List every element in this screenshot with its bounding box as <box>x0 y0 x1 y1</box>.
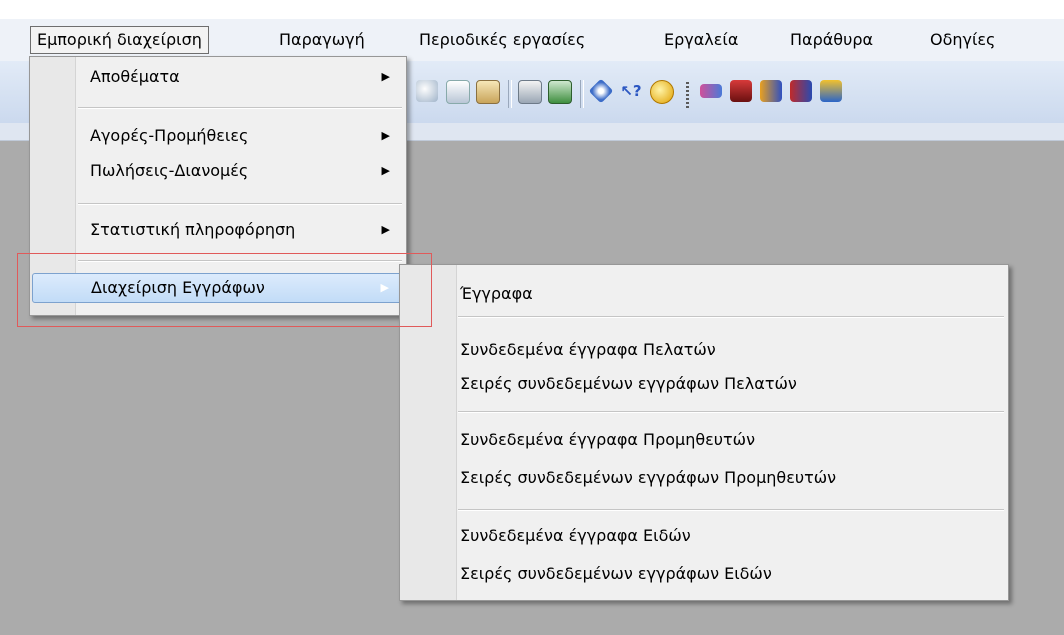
menu-separator <box>458 411 1004 413</box>
suppliers-icon[interactable] <box>730 80 752 102</box>
menu-item-label: Σειρές συνδεδεμένων εγγράφων Ειδών <box>460 564 772 583</box>
menu-help[interactable]: Οδηγίες <box>924 27 1001 53</box>
menu-separator <box>458 316 1004 318</box>
menu-item-label: Συνδεδεμένα έγγραφα Πελατών <box>460 340 716 359</box>
menu-tools[interactable]: Εργαλεία <box>658 27 744 53</box>
menu-production[interactable]: Παραγωγή <box>273 27 371 53</box>
group-icon[interactable] <box>790 80 812 102</box>
menu-item-statistics[interactable]: Στατιστική πληροφόρηση ▶ <box>32 215 404 245</box>
menu-periodic-tasks[interactable]: Περιοδικές εργασίες <box>413 27 591 53</box>
menu-item-label: Πωλήσεις-Διανομές <box>90 161 249 180</box>
toolbar-separator <box>508 80 512 108</box>
help-pointer-icon[interactable]: ↖? <box>620 80 642 102</box>
paste-icon[interactable] <box>476 80 500 104</box>
submenu-item-item-linked-docs[interactable]: Συνδεδεμένα έγγραφα Ειδών <box>402 521 1006 551</box>
menu-item-label: Σειρές συνδεδεμένων εγγράφων Πελατών <box>460 374 797 393</box>
submenu-arrow-icon: ▶ <box>381 70 390 83</box>
document-management-submenu: Έγγραφα Συνδεδεμένα έγγραφα Πελατών Σειρ… <box>399 264 1009 601</box>
menu-item-label: Στατιστική πληροφόρηση <box>90 220 296 239</box>
menu-bar: Εμπορική διαχείριση Παραγωγή Περιοδικές … <box>0 19 1064 61</box>
menu-item-label: Σειρές συνδεδεμένων εγγράφων Προμηθευτών <box>460 468 837 487</box>
customers-icon[interactable] <box>700 84 722 98</box>
menu-item-label: Συνδεδεμένα έγγραφα Προμηθευτών <box>460 430 756 449</box>
menu-separator <box>78 203 402 205</box>
menu-item-purchases[interactable]: Αγορές-Προμήθειες ▶ <box>32 121 404 151</box>
print-icon[interactable] <box>518 80 542 104</box>
menu-item-label: Αποθέματα <box>90 67 180 86</box>
submenu-item-supplier-linked-docs[interactable]: Συνδεδεμένα έγγραφα Προμηθευτών <box>402 425 1006 455</box>
submenu-arrow-icon: ▶ <box>381 164 390 177</box>
menu-commercial-management[interactable]: Εμπορική διαχείριση <box>30 26 209 54</box>
submenu-item-supplier-linked-series[interactable]: Σειρές συνδεδεμένων εγγράφων Προμηθευτών <box>402 463 1006 493</box>
menu-item-inventory[interactable]: Αποθέματα ▶ <box>32 62 404 92</box>
menu-item-sales[interactable]: Πωλήσεις-Διανομές ▶ <box>32 156 404 186</box>
menu-windows[interactable]: Παράθυρα <box>784 27 879 53</box>
submenu-item-item-linked-series[interactable]: Σειρές συνδεδεμένων εγγράφων Ειδών <box>402 559 1006 589</box>
submenu-item-customer-linked-series[interactable]: Σειρές συνδεδεμένων εγγράφων Πελατών <box>402 369 1006 399</box>
submenu-item-documents[interactable]: Έγγραφα <box>402 279 1006 309</box>
menu-item-label: Έγγραφα <box>460 284 533 303</box>
annotation-highlight-box <box>17 253 432 327</box>
route-icon[interactable] <box>820 80 842 102</box>
preview-icon[interactable] <box>548 80 572 104</box>
menu-item-label: Αγορές-Προμήθειες <box>90 126 249 145</box>
submenu-item-customer-linked-docs[interactable]: Συνδεδεμένα έγγραφα Πελατών <box>402 335 1006 365</box>
users-icon[interactable] <box>760 80 782 102</box>
menu-separator <box>78 107 402 109</box>
menu-item-label: Συνδεδεμένα έγγραφα Ειδών <box>460 526 691 545</box>
submenu-arrow-icon: ▶ <box>381 223 390 236</box>
menu-separator <box>458 509 1004 511</box>
toolbar-grip[interactable] <box>686 82 689 108</box>
cut-icon[interactable] <box>416 80 438 102</box>
copy-icon[interactable] <box>446 80 470 104</box>
top-bar <box>0 0 1064 19</box>
currency-icon[interactable] <box>650 80 674 104</box>
toolbar-separator <box>580 80 584 108</box>
submenu-arrow-icon: ▶ <box>381 129 390 142</box>
